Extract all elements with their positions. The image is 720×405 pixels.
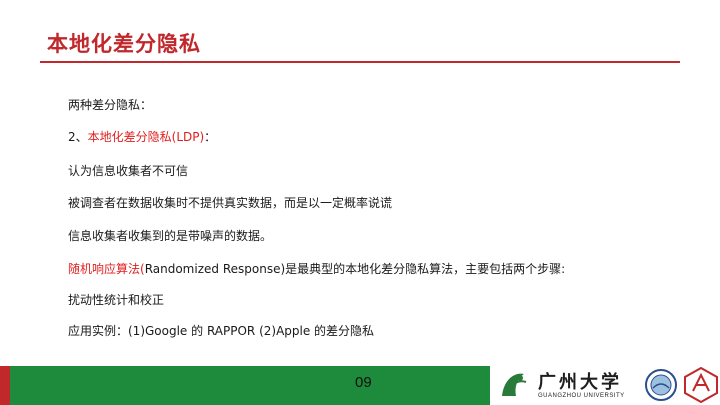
body-line-2: 2、本地化差分隐私(LDP)： — [68, 128, 216, 145]
body-line-8: 应用实例：(1)Google 的 RAPPOR (2)Apple 的差分隐私 — [68, 322, 374, 339]
body-text: ： — [204, 130, 217, 144]
university-emblem-icon — [502, 373, 527, 396]
body-line-4: 被调查者在数据收集时不提供真实数据，而是以一定概率说谎 — [68, 194, 392, 211]
university-name-en: GUANGZHOU UNIVERSITY — [538, 393, 625, 399]
body-text: 应用实例：(1)Google 的 RAPPOR (2)Apple 的差分隐私 — [68, 324, 375, 338]
highlight-text: 本地化差分隐私(LDP) — [87, 130, 205, 144]
body-line-1: 两种差分隐私： — [68, 96, 152, 113]
slide-footer: 09 广州大学 GUANGZHOU UNIVERSITY — [0, 366, 720, 405]
body-text: 信息收集者收集到的是带噪声的数据。 — [68, 229, 273, 243]
body-text: 被调查者在数据收集时不提供真实数据，而是以一定概率说谎 — [68, 196, 393, 210]
body-text: Randomized Response)是最典型的本地化差分隐私算法，主要包括两… — [144, 262, 566, 276]
body-text: 扰动性统计和校正 — [68, 293, 165, 307]
title-divider — [40, 61, 680, 63]
body-text: 认为信息收集者不可信 — [68, 164, 189, 178]
footer-green-band: 09 — [10, 366, 490, 405]
highlight-text: 随机响应算法( — [68, 262, 145, 276]
page-number: 09 — [355, 374, 372, 391]
department-logo-icon — [684, 367, 718, 403]
slide-title: 本地化差分隐私 — [47, 32, 201, 56]
university-name: 广州大学 — [538, 372, 622, 393]
body-line-6: 随机响应算法(Randomized Response)是最典型的本地化差分隐私算… — [68, 260, 565, 277]
university-seal-icon — [645, 369, 677, 401]
body-line-5: 信息收集者收集到的是带噪声的数据。 — [68, 227, 272, 244]
body-line-7: 扰动性统计和校正 — [68, 291, 164, 308]
university-logo: 广州大学 GUANGZHOU UNIVERSITY — [490, 366, 720, 405]
body-text: 两种差分隐私： — [68, 98, 153, 112]
body-line-3: 认为信息收集者不可信 — [68, 162, 188, 179]
body-text: 2、 — [68, 130, 88, 144]
footer-red-band — [0, 366, 10, 405]
